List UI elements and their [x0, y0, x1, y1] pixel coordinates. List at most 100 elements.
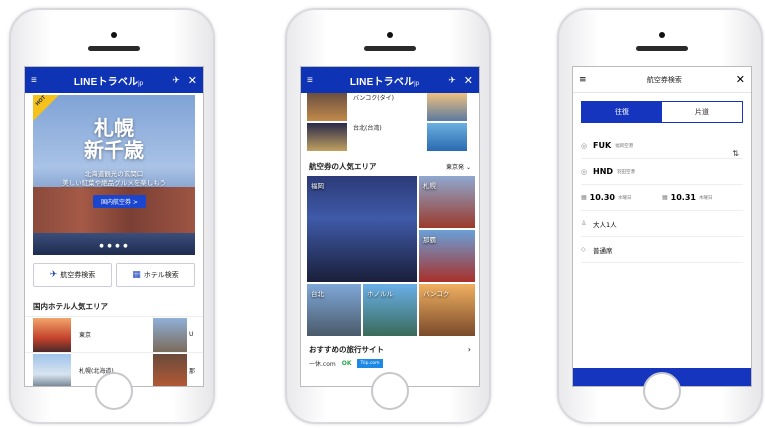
date-fields: ▦ 10.30 水曜日 ▦ 10.31 木曜日 — [581, 185, 743, 211]
return-weekday: 木曜日 — [698, 195, 713, 201]
tab-oneway[interactable]: 片道 — [662, 102, 742, 122]
close-icon[interactable]: ✕ — [464, 74, 473, 87]
hamburger-menu-icon[interactable]: ≡ — [31, 75, 45, 86]
camera-dot — [111, 32, 117, 38]
area-thumbnail — [153, 317, 187, 352]
app-header: ≡ LINEトラベルjp ✈ ✕ — [25, 67, 203, 93]
hotel-search-label: ホテル検索 — [143, 271, 179, 279]
recommended-sites-header[interactable]: おすすめの旅行サイト › — [309, 344, 471, 355]
carousel-dots[interactable]: ● ● ● ● — [33, 243, 195, 249]
area-thumbnail — [153, 353, 187, 386]
section-title: 航空券の人気エリア — [309, 162, 377, 171]
speaker-grille — [636, 46, 688, 51]
app-logo[interactable]: LINEトラベルjp — [350, 73, 419, 88]
hero-banner[interactable]: HOT 札幌 新千歳 北海道観光の玄関口 美しい紅葉や絶品グルメを楽しもう 国内… — [33, 95, 195, 255]
tile-fukuoka[interactable]: 福岡 — [307, 176, 417, 282]
section-title: 国内ホテル人気エリア — [33, 302, 108, 311]
area-label: 東京 — [79, 332, 92, 339]
screen-flight-search: ≡ 航空券検索 ✕ 往復 片道 ◎ FUK 福岡空港 ◎ HND 羽田空港 ⇅ … — [572, 66, 752, 387]
screen-home: ≡ LINEトラベルjp ✈ ✕ HOT 札幌 新千歳 北海道観光の玄関口 美し… — [24, 66, 204, 387]
destination-thumbnail — [427, 93, 467, 121]
destination-code: HND — [593, 167, 614, 176]
calendar-icon: ▦ — [581, 194, 587, 201]
tile-taipei[interactable]: 台北 — [307, 284, 361, 336]
hero-title: 札幌 新千歳 — [84, 116, 144, 162]
plane-icon: ✈ — [172, 74, 180, 85]
tile-bangkok[interactable]: バンコク — [419, 284, 475, 336]
passengers-field[interactable]: ♙ 大人1人 — [581, 211, 743, 237]
plane-icon: ✈ — [448, 74, 456, 85]
origin-airport: 福岡空港 — [615, 143, 634, 149]
hotel-icon: ▦ — [132, 270, 141, 280]
destination-list: バンコク(タイ) 台北(台湾) — [301, 93, 479, 153]
destination-label[interactable]: 台北(台湾) — [353, 123, 427, 132]
flight-search-label: 航空券検索 — [60, 271, 96, 279]
departure-select[interactable]: 東京発 ⌄ — [446, 162, 471, 171]
trip-type-tabs: 往復 片道 — [581, 101, 743, 123]
section-title: おすすめの旅行サイト — [309, 345, 384, 354]
area-label: 那 — [189, 368, 196, 375]
home-button[interactable] — [95, 372, 133, 410]
plane-icon: ✈ — [49, 270, 58, 280]
tile-honolulu[interactable]: ホノルル — [363, 284, 417, 336]
destination-label[interactable]: バンコク(タイ) — [353, 93, 427, 123]
ok-logo[interactable]: OK — [342, 360, 352, 367]
camera-dot — [659, 32, 665, 38]
depart-weekday: 水曜日 — [617, 195, 632, 201]
speaker-grille — [364, 46, 416, 51]
home-button[interactable] — [643, 372, 681, 410]
calendar-icon: ▦ — [662, 194, 668, 201]
ikyu-logo[interactable]: 一休.com — [309, 359, 336, 368]
destination-field[interactable]: ◎ HND 羽田空港 — [581, 159, 743, 185]
area-label: U — [189, 331, 194, 338]
search-header: ≡ 航空券検索 ✕ — [573, 67, 751, 93]
tile-naha[interactable]: 那覇 — [419, 230, 475, 282]
domestic-flights-button[interactable]: 国内航空券 > — [93, 195, 146, 208]
close-icon[interactable]: ✕ — [736, 73, 745, 86]
origin-field[interactable]: ◎ FUK 福岡空港 — [581, 133, 743, 159]
home-button[interactable] — [371, 372, 409, 410]
sapporo-thumbnail — [33, 353, 71, 386]
page-title: 航空券検索 — [646, 75, 682, 84]
route-fields: ◎ FUK 福岡空港 ◎ HND 羽田空港 ⇅ — [581, 133, 743, 185]
screen-flights: ≡ LINEトラベルjp ✈ ✕ バンコク(タイ) 台北(台湾) 航空券の人気エ… — [300, 66, 480, 387]
popular-area-header: 航空券の人気エリア 東京発 ⌄ — [309, 161, 471, 172]
tokyo-thumbnail — [33, 317, 71, 352]
seat-icon: ◇ — [581, 246, 586, 253]
swap-icon[interactable]: ⇅ — [732, 149, 739, 158]
chevron-right-icon: › — [467, 345, 471, 354]
depart-date-field[interactable]: ▦ 10.30 水曜日 — [581, 193, 662, 202]
hamburger-menu-icon[interactable]: ≡ — [307, 75, 321, 86]
area-tile-grid: 福岡 札幌 那覇 台北 ホノルル バンコク — [307, 176, 475, 336]
taipei-thumbnail — [307, 123, 347, 151]
tab-roundtrip[interactable]: 往復 — [582, 102, 662, 122]
location-pin-icon: ◎ — [581, 167, 588, 176]
seat-class-field[interactable]: ◇ 普通席 — [581, 237, 743, 263]
app-header: ≡ LINEトラベルjp ✈ ✕ — [301, 67, 479, 93]
phone-frame-2: ≡ LINEトラベルjp ✈ ✕ バンコク(タイ) 台北(台湾) 航空券の人気エ… — [285, 8, 491, 424]
phone-frame-3: ≡ 航空券検索 ✕ 往復 片道 ◎ FUK 福岡空港 ◎ HND 羽田空港 ⇅ … — [557, 8, 763, 424]
tripcom-logo[interactable]: Trip.com — [357, 359, 383, 368]
list-item[interactable]: 東京 U — [25, 316, 203, 352]
hotel-search-button[interactable]: ▦ ホテル検索 — [116, 263, 195, 287]
camera-dot — [387, 32, 393, 38]
partner-logos: 一休.com OK Trip.com — [309, 359, 471, 368]
chevron-down-icon: ⌄ — [465, 164, 471, 171]
seat-class-value: 普通席 — [593, 246, 613, 255]
destination-airport: 羽田空港 — [617, 169, 636, 175]
location-pin-icon: ◎ — [581, 141, 588, 150]
hero-subtitle: 北海道観光の玄関口 美しい紅葉や絶品グルメを楽しもう — [62, 170, 166, 187]
hamburger-menu-icon[interactable]: ≡ — [579, 75, 593, 85]
return-date: 10.31 — [670, 193, 696, 202]
origin-code: FUK — [593, 141, 612, 150]
destination-thumbnail — [427, 123, 467, 151]
person-icon: ♙ — [581, 220, 587, 227]
depart-date: 10.30 — [589, 193, 615, 202]
bangkok-thumbnail — [307, 93, 347, 121]
flight-search-button[interactable]: ✈ 航空券検索 — [33, 263, 112, 287]
close-icon[interactable]: ✕ — [188, 74, 197, 87]
search-buttons: ✈ 航空券検索 ▦ ホテル検索 — [33, 263, 195, 287]
app-logo[interactable]: LINEトラベルjp — [74, 73, 143, 88]
tile-sapporo[interactable]: 札幌 — [419, 176, 475, 228]
return-date-field[interactable]: ▦ 10.31 木曜日 — [662, 193, 743, 202]
